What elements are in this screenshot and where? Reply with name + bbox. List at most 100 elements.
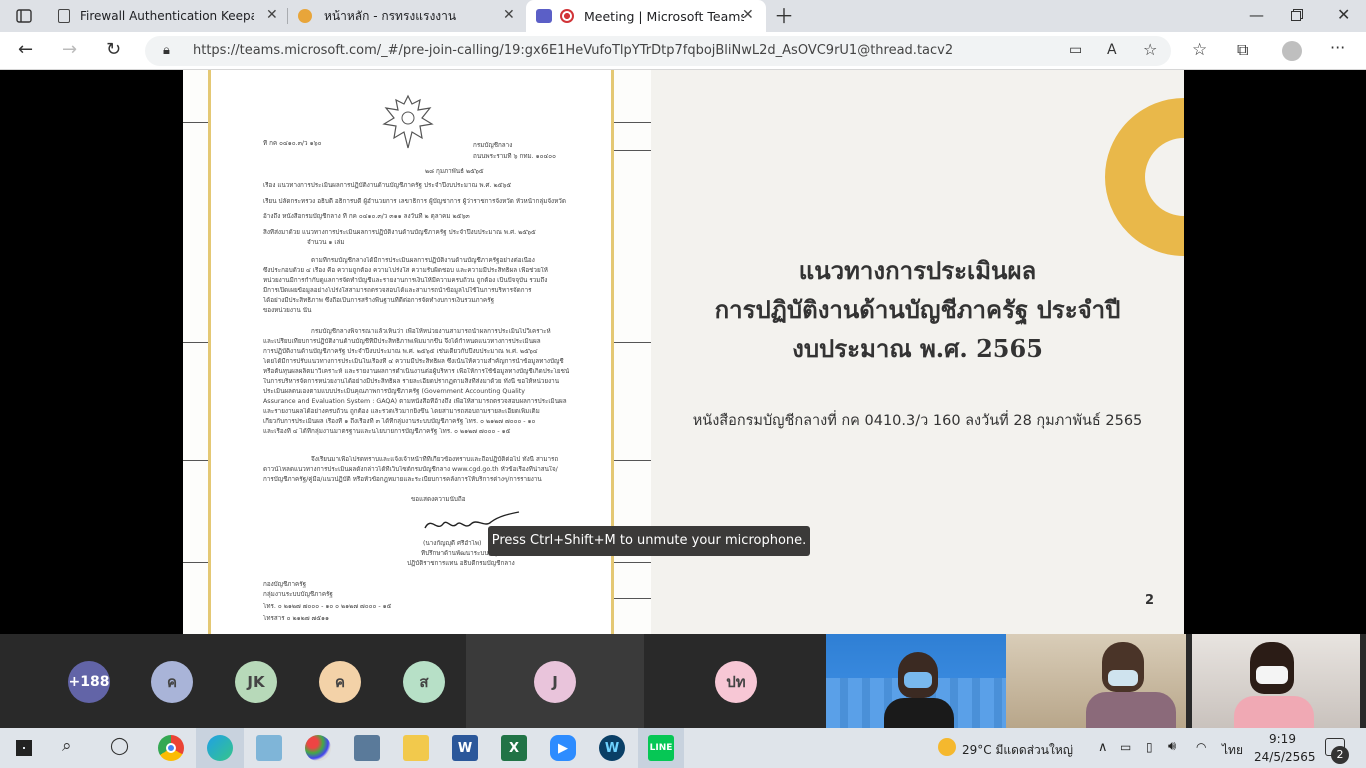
table-line — [183, 562, 209, 563]
edge-icon[interactable] — [207, 735, 233, 761]
paragraph-line: การปฏิบัติงานด้านบัญชีภาครัฐ ประจำปีงบปร… — [263, 348, 538, 355]
read-aloud-icon[interactable]: A — [1107, 43, 1117, 57]
participant-video[interactable] — [826, 634, 1006, 728]
volume-icon[interactable]: 🔊︎ — [1168, 739, 1176, 754]
task-view-icon[interactable]: ◯ — [110, 738, 129, 755]
chevron-up-icon[interactable]: ∧ — [1098, 740, 1108, 755]
close-icon[interactable]: ✕ — [503, 7, 515, 23]
calculator-icon[interactable] — [354, 735, 380, 761]
url-text: https://teams.microsoft.com/_#/pre-join-… — [193, 43, 954, 58]
decorative-ring — [1105, 98, 1184, 256]
paragraph-line: ประเมินผลตนเองตามแบบประเมินคุณภาพการบัญช… — [263, 388, 525, 395]
table-line — [183, 342, 209, 343]
wifi-icon[interactable]: ◠ — [1196, 740, 1206, 754]
weather-icon[interactable] — [938, 738, 956, 756]
restore-icon[interactable] — [1291, 9, 1303, 24]
paragraph-line: หรือต้นทุนผลผลิตมาวิเคราะห์ และรายงานผลก… — [263, 368, 570, 375]
table-line — [613, 598, 651, 599]
paragraph-line: โดยได้มีการปรับแนวทางการประเมินในเรื่องท… — [263, 358, 564, 365]
minimize-icon[interactable]: — — [1249, 8, 1264, 23]
tab-teams-meeting[interactable]: Meeting | Microsoft Teams ✕ — [526, 0, 766, 32]
paragraph-line: หน่วยงานมีการกำกับดูแลการจัดทำบัญชีและรา… — [263, 277, 548, 284]
participant-avatar[interactable]: J — [534, 661, 576, 703]
participant-avatar[interactable]: ปท — [715, 661, 757, 703]
line-icon[interactable]: LINE — [648, 735, 674, 761]
letter-date: ๒๘ กุมภาพันธ์ ๒๕๖๕ — [425, 168, 484, 175]
unmute-hint-toast: Press Ctrl+Shift+M to unmute your microp… — [488, 526, 810, 556]
tab-actions-icon[interactable] — [16, 8, 32, 27]
slide-title-line: แนวทางการประเมินผล — [798, 256, 1037, 285]
back-icon[interactable]: ← — [18, 41, 33, 59]
word-icon[interactable]: W — [452, 735, 478, 761]
letter-reference: อ้างถึง หนังสือกรมบัญชีกลาง ที่ กค ๐๔๑๐.… — [263, 213, 470, 220]
face-mask — [904, 672, 932, 688]
chrome-icon[interactable] — [158, 735, 184, 761]
participant-video[interactable] — [1192, 634, 1360, 728]
participant-video[interactable] — [1006, 634, 1186, 728]
paragraph-line: ซึ่งประกอบด้วย ๔ เรื่อง คือ ความถูกต้อง … — [263, 267, 548, 274]
paragraph-line: ตามที่กรมบัญชีกลางได้มีการประเมินผลการปฏ… — [311, 257, 535, 264]
new-tab-icon[interactable]: ＋ — [774, 6, 794, 26]
close-icon[interactable]: ✕ — [742, 7, 754, 23]
address-bar[interactable]: 🔒︎ https://teams.microsoft.com/_#/pre-jo… — [145, 36, 1171, 66]
paragraph-line: ของหน่วยงาน นั้น — [263, 307, 312, 314]
person-body — [884, 698, 954, 728]
table-line — [613, 562, 651, 563]
table-line — [613, 342, 651, 343]
overflow-count-avatar[interactable]: +188 — [68, 661, 110, 703]
paragraph-line: และเรื่องที่ ๔ ได้ที่กลุ่มงานมาตรฐานและน… — [263, 428, 511, 435]
participant-avatar[interactable]: JK — [235, 661, 277, 703]
site-logo-icon — [298, 9, 312, 23]
signer-title: ปฏิบัติราชการแทน อธิบดีกรมบัญชีกลาง — [407, 560, 515, 567]
profile-avatar[interactable] — [1282, 41, 1302, 61]
add-favorite-icon[interactable]: ☆ — [1143, 42, 1157, 58]
paragraph-line: เกี่ยวกับการประเมินผล เรื่องที่ ๑ ถึงเรื… — [263, 418, 536, 425]
tab-home[interactable]: หน้าหลัก - กรทรงแรงงาน ✕ — [290, 0, 526, 32]
table-line — [613, 122, 651, 123]
notepad-icon[interactable] — [256, 735, 282, 761]
telephone: โทร. ๐ ๒๑๒๗ ๗๐๐๐ - ๑๐ ๐ ๒๑๒๗ ๗๐๐๐ - ๑๕ — [263, 603, 392, 610]
camera-icon[interactable]: ▭ — [1069, 43, 1082, 57]
person-body — [1234, 696, 1314, 728]
favorites-icon[interactable]: ☆ — [1192, 42, 1207, 59]
search-icon[interactable]: ⌕ — [62, 738, 72, 755]
network-icon[interactable]: ▭ — [1120, 740, 1131, 754]
tab-firewall[interactable]: Firewall Authentication Keepalive ✕ — [48, 0, 284, 32]
work-group: กลุ่มงานระบบบัญชีภาครัฐ — [263, 591, 333, 598]
webex-icon[interactable]: W — [599, 735, 625, 761]
forward-icon[interactable]: → — [62, 41, 77, 59]
clock-time[interactable]: 9:19 — [1269, 732, 1296, 746]
paragraph-line: กรมบัญชีกลางพิจารณาแล้วเห็นว่า เพื่อให้ห… — [311, 328, 551, 335]
input-language[interactable]: ไทย — [1222, 741, 1243, 760]
tab-divider — [287, 8, 288, 24]
collections-icon[interactable]: ⧉ — [1237, 42, 1248, 58]
close-window-icon[interactable]: ✕ — [1337, 7, 1350, 23]
paragraph-line: การบัญชีภาครัฐ/คู่มือ/แนวปฏิบัติ หรือหัว… — [263, 476, 542, 483]
paragraph-line: จึงเรียนมาเพื่อโปรดทราบและแจ้งเจ้าหน้าที… — [311, 456, 559, 463]
file-explorer-icon[interactable] — [403, 735, 429, 761]
refresh-icon[interactable]: ↻ — [106, 41, 121, 59]
more-icon[interactable]: ··· — [1330, 40, 1345, 56]
paragraph-line: และเปรียบเทียบการปฏิบัติงานด้านบัญชีที่ม… — [263, 338, 541, 345]
browser-toolbar: ← → ↻ 🔒︎ https://teams.microsoft.com/_#/… — [0, 32, 1366, 70]
paint-icon[interactable] — [305, 735, 331, 761]
department: กองบัญชีภาครัฐ — [263, 581, 307, 588]
page-icon — [58, 9, 70, 23]
clock-date[interactable]: 24/5/2565 — [1254, 750, 1316, 764]
zoom-icon[interactable]: ▶ — [550, 735, 576, 761]
excel-icon[interactable]: X — [501, 735, 527, 761]
office-address: ถนนพระรามที่ ๖ กทม. ๑๐๔๐๐ — [473, 153, 556, 160]
paragraph-line: มีการเปิดเผยข้อมูลอย่างโปร่งใสสามารถตรวจ… — [263, 287, 532, 294]
teams-logo-icon — [536, 9, 552, 23]
weather-text[interactable]: 29°C มีแดดส่วนใหญ่ — [962, 741, 1073, 760]
tab-title: หน้าหลัก - กรทรงแรงงาน — [324, 8, 457, 23]
paragraph-line: ได้อย่างมีประสิทธิภาพ ซึ่งถือเป็นการสร้า… — [263, 297, 495, 304]
windows-start-icon[interactable] — [16, 740, 32, 756]
battery-icon[interactable]: ▯ — [1146, 740, 1153, 754]
participant-avatar[interactable]: ค — [319, 661, 361, 703]
participant-avatar[interactable]: ส — [403, 661, 445, 703]
participant-avatar[interactable]: ค — [151, 661, 193, 703]
notification-count: 2 — [1331, 746, 1349, 764]
close-icon[interactable]: ✕ — [266, 7, 278, 23]
table-line — [613, 460, 651, 461]
